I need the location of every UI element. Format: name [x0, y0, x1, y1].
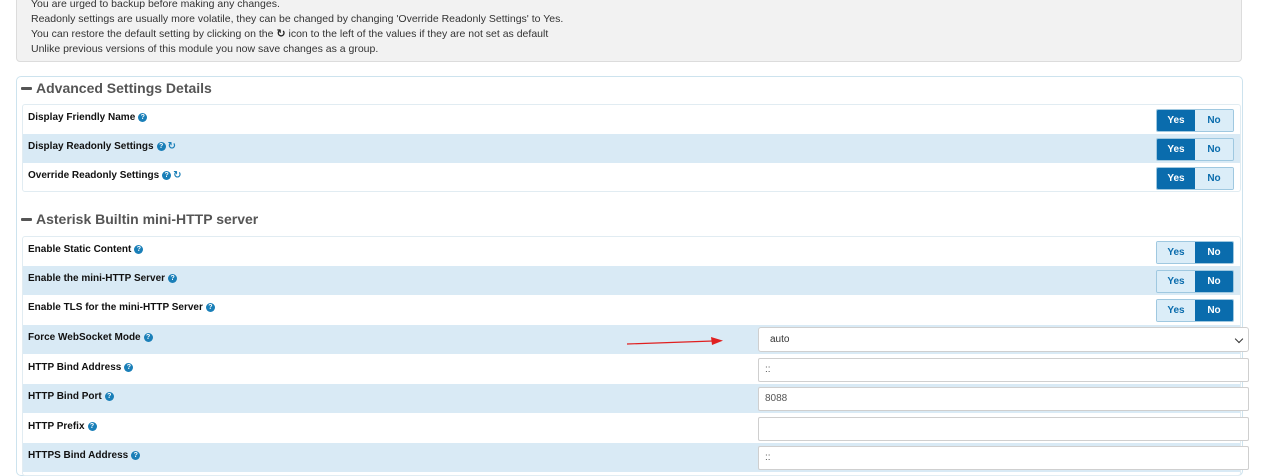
toggle-yes[interactable]: Yes	[1157, 110, 1195, 131]
toggle-no[interactable]: No	[1195, 271, 1233, 292]
toggle-no[interactable]: No	[1195, 139, 1233, 160]
toggle-yes[interactable]: Yes	[1157, 168, 1195, 189]
refresh-icon[interactable]: ↻	[168, 141, 176, 152]
setting-row-enable-static-content: Enable Static Content ? Yes No	[23, 237, 1240, 266]
setting-row-http-bind-port: HTTP Bind Port ? 8088	[23, 384, 1249, 413]
question-circle-icon[interactable]: ?	[143, 333, 153, 342]
minus-icon[interactable]	[21, 86, 32, 90]
setting-row-http-bind-address: HTTP Bind Address ? ::	[23, 355, 1249, 384]
setting-label: Force WebSocket Mode ?	[28, 332, 153, 343]
section-title: Asterisk Builtin mini-HTTP server	[36, 211, 259, 227]
setting-label: Enable Static Content ?	[28, 244, 144, 255]
settings-panel: Advanced Settings Details Display Friend…	[16, 76, 1249, 476]
info-line: You are urged to backup before making an…	[31, 0, 280, 10]
annotation-arrow	[627, 337, 723, 345]
setting-label: Enable TLS for the mini-HTTP Server ?	[28, 302, 215, 313]
group-advanced: Display Friendly Name ? Yes No Display R…	[22, 104, 1241, 192]
toggle-yes[interactable]: Yes	[1157, 300, 1195, 321]
setting-label: Override Readonly Settings ? ↻	[28, 169, 182, 181]
setting-label: HTTP Bind Port ?	[28, 391, 114, 402]
http-prefix-input[interactable]	[758, 417, 1249, 441]
section-header-http[interactable]: Asterisk Builtin mini-HTTP server	[21, 211, 258, 227]
yes-no-toggle[interactable]: Yes No	[1156, 299, 1234, 322]
setting-row-enable-tls: Enable TLS for the mini-HTTP Server ? Ye…	[23, 295, 1240, 324]
yes-no-toggle[interactable]: Yes No	[1156, 138, 1234, 161]
minus-icon[interactable]	[21, 217, 32, 221]
setting-label: Enable the mini-HTTP Server ?	[28, 273, 178, 284]
refresh-icon[interactable]: ↻	[173, 170, 181, 181]
toggle-yes[interactable]: Yes	[1157, 242, 1195, 263]
toggle-no[interactable]: No	[1195, 168, 1233, 189]
setting-row-http-prefix: HTTP Prefix ?	[23, 414, 1249, 443]
setting-row-enable-mini-http: Enable the mini-HTTP Server ? Yes No	[23, 266, 1240, 295]
question-circle-icon[interactable]: ?	[205, 303, 215, 312]
yes-no-toggle[interactable]: Yes No	[1156, 241, 1234, 264]
question-circle-icon[interactable]: ?	[87, 422, 97, 431]
refresh-icon: ↻	[276, 28, 286, 40]
setting-label: HTTP Bind Address ?	[28, 362, 134, 373]
section-title: Advanced Settings Details	[36, 80, 212, 96]
question-circle-icon[interactable]: ?	[134, 245, 144, 254]
setting-label: HTTP Prefix ?	[28, 421, 97, 432]
http-bind-address-input[interactable]: ::	[758, 358, 1249, 382]
question-circle-icon[interactable]: ?	[168, 274, 178, 283]
setting-row-override-readonly: Override Readonly Settings ? ↻ Yes No	[23, 163, 1240, 192]
setting-label: Display Friendly Name ?	[28, 112, 148, 123]
yes-no-toggle[interactable]: Yes No	[1156, 109, 1234, 132]
info-box: You are urged to backup before making an…	[16, 0, 1242, 62]
question-circle-icon[interactable]: ?	[124, 363, 134, 372]
https-bind-address-input[interactable]: ::	[758, 446, 1249, 470]
info-line: Readonly settings are usually more volat…	[31, 13, 564, 25]
question-circle-icon[interactable]: ?	[104, 392, 114, 401]
toggle-yes[interactable]: Yes	[1157, 139, 1195, 160]
question-circle-icon[interactable]: ?	[162, 171, 172, 180]
setting-row-display-readonly: Display Readonly Settings ? ↻ Yes No	[23, 134, 1240, 163]
info-line: You can restore the default setting by c…	[31, 28, 549, 40]
section-header-advanced[interactable]: Advanced Settings Details	[21, 80, 212, 96]
group-http: Enable Static Content ? Yes No Enable th…	[22, 236, 1249, 476]
http-bind-port-input[interactable]: 8088	[758, 387, 1249, 411]
yes-no-toggle[interactable]: Yes No	[1156, 167, 1234, 190]
setting-label: HTTPS Bind Address ?	[28, 450, 141, 461]
question-circle-icon[interactable]: ?	[156, 142, 166, 151]
toggle-yes[interactable]: Yes	[1157, 271, 1195, 292]
setting-row-display-friendly-name: Display Friendly Name ? Yes No	[23, 105, 1240, 134]
question-circle-icon[interactable]: ?	[138, 113, 148, 122]
toggle-no[interactable]: No	[1195, 110, 1233, 131]
websocket-mode-select[interactable]: auto	[758, 327, 1249, 352]
info-line: Unlike previous versions of this module …	[31, 43, 379, 55]
chevron-down-icon[interactable]	[1234, 334, 1244, 344]
setting-label: Display Readonly Settings ? ↻	[28, 140, 176, 152]
setting-row-https-bind-address: HTTPS Bind Address ? ::	[23, 443, 1249, 472]
yes-no-toggle[interactable]: Yes No	[1156, 270, 1234, 293]
toggle-no[interactable]: No	[1195, 300, 1233, 321]
toggle-no[interactable]: No	[1195, 242, 1233, 263]
